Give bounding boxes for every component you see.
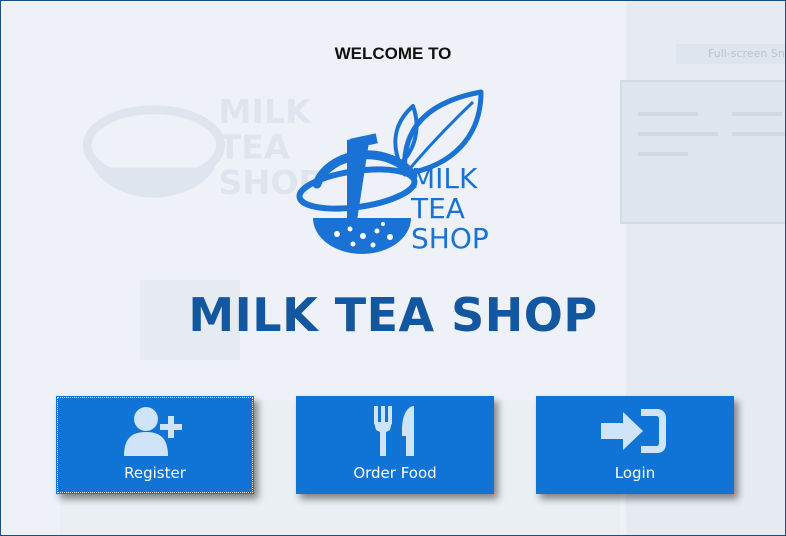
background-menu-board (620, 80, 786, 224)
login-button[interactable]: Login (536, 396, 734, 494)
login-label: Login (614, 464, 656, 482)
user-add-icon (122, 406, 188, 456)
logo-line-shop: SHOP (411, 222, 489, 255)
order-food-label: Order Food (353, 464, 437, 482)
order-food-button[interactable]: Order Food (296, 396, 494, 494)
sign-in-icon (601, 406, 669, 456)
logo-line-tea: TEA (410, 192, 465, 225)
fork-knife-icon (372, 406, 418, 456)
register-label: Register (124, 464, 186, 482)
shop-title: MILK TEA SHOP (188, 288, 598, 342)
register-button[interactable]: Register (56, 396, 254, 494)
logo-line-milk: MILK (411, 162, 478, 195)
milk-tea-logo: MILK TEA SHOP (296, 89, 489, 255)
svg-text:TEA: TEA (218, 128, 290, 167)
welcome-text: WELCOME TO (334, 44, 452, 63)
watermark-logo: MILK TEA SHOP (82, 92, 320, 202)
